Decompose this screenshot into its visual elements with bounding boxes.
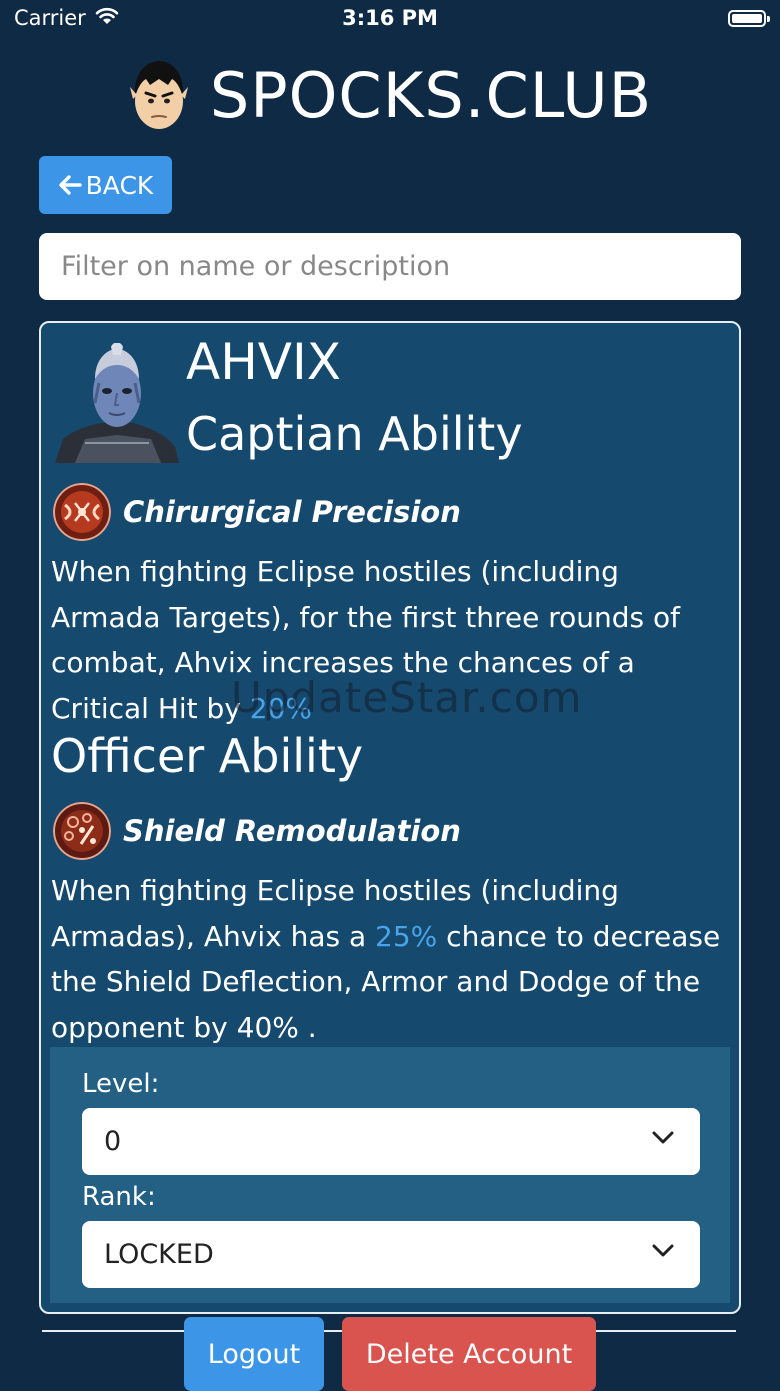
level-label: Level: <box>82 1069 160 1099</box>
chevron-down-icon <box>652 1131 674 1144</box>
rank-value: LOCKED <box>104 1239 214 1270</box>
captain-ability-heading: Captian Ability <box>186 407 523 461</box>
back-button-label: BACK <box>85 170 154 200</box>
arrow-left-icon <box>58 175 82 195</box>
shield-remodulation-icon <box>53 802 111 860</box>
level-value: 0 <box>104 1126 122 1157</box>
officer-name: AHVIX <box>186 333 342 391</box>
battery-icon <box>728 10 770 27</box>
officer-ability-name: Shield Remodulation <box>123 814 461 848</box>
status-bar: Carrier 3:16 PM <box>0 0 780 40</box>
spock-logo-icon <box>129 61 188 129</box>
app-title: SPOCKS.CLUB <box>209 58 653 132</box>
delete-account-button[interactable]: Delete Account <box>342 1317 596 1391</box>
watermark: UpdateStar.com <box>231 673 583 722</box>
officer-settings-form: Level: 0 Rank: LOCKED <box>50 1047 730 1303</box>
brand-header: SPOCKS.CLUB <box>0 55 780 135</box>
officer-ability-value: 25% <box>375 919 438 953</box>
officer-ability-heading: Officer Ability <box>51 729 364 783</box>
officer-ability-title: Shield Remodulation <box>53 802 461 860</box>
status-time: 3:16 PM <box>342 6 438 30</box>
rank-select[interactable]: LOCKED <box>82 1221 700 1288</box>
filter-input[interactable] <box>39 233 741 300</box>
logout-label: Logout <box>207 1338 301 1370</box>
captain-ability-title: Chirurgical Precision <box>53 483 461 541</box>
officer-portrait <box>55 343 179 463</box>
chirurgical-precision-icon <box>53 483 111 541</box>
captain-ability-name: Chirurgical Precision <box>123 495 461 529</box>
delete-account-label: Delete Account <box>365 1338 573 1370</box>
officer-ability-description: When fighting Eclipse hostiles (includin… <box>51 868 731 1050</box>
back-button[interactable]: BACK <box>39 156 172 214</box>
officer-card: AHVIX Captian Ability Chirurgical Precis… <box>39 321 741 1314</box>
logout-button[interactable]: Logout <box>184 1317 324 1391</box>
level-select[interactable]: 0 <box>82 1108 700 1175</box>
rank-label: Rank: <box>82 1182 156 1212</box>
chevron-down-icon <box>652 1244 674 1257</box>
